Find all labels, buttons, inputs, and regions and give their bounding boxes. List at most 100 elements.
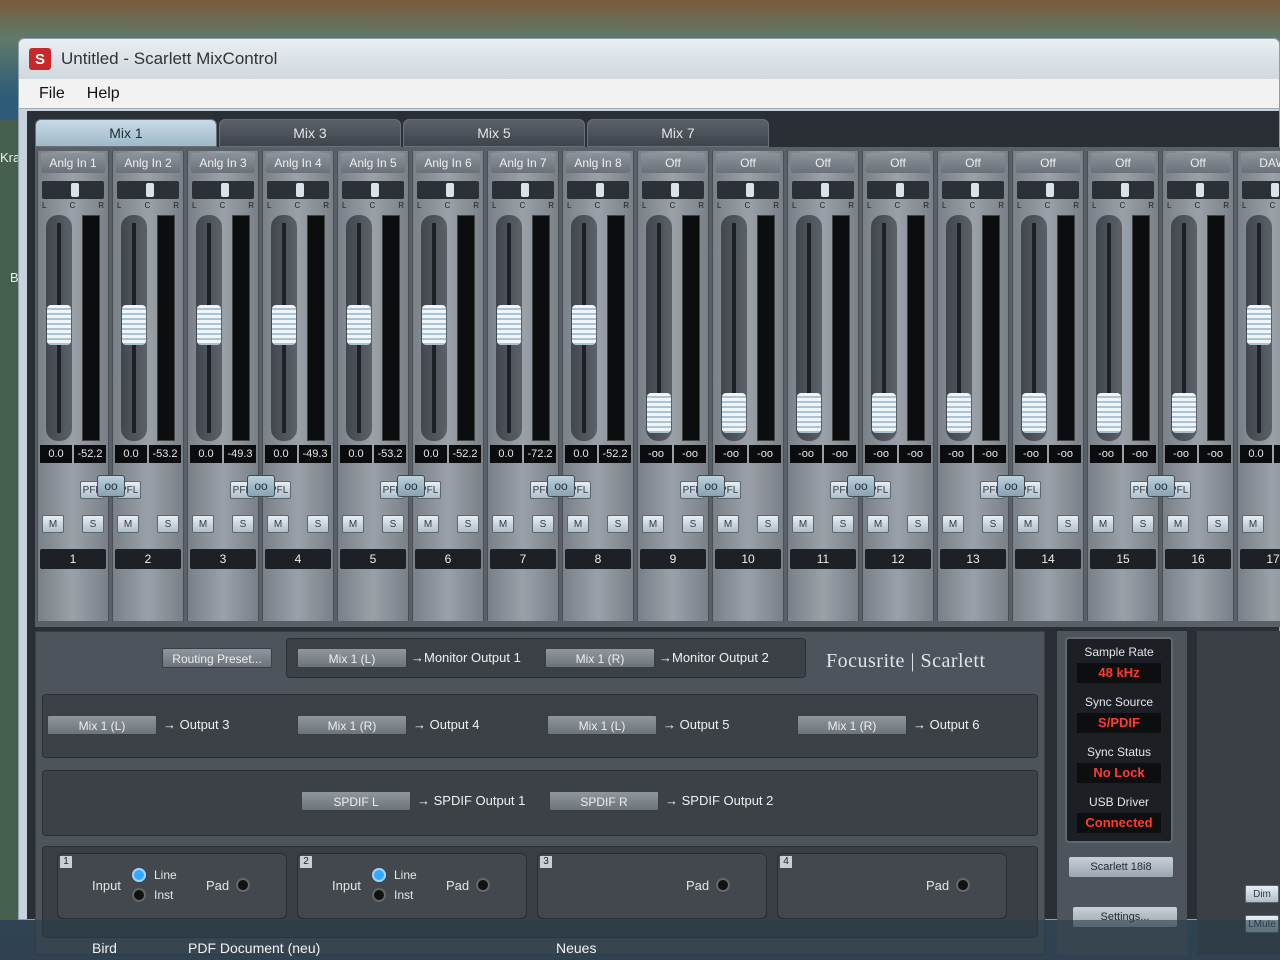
mute-button[interactable]: M <box>417 515 439 533</box>
desktop-file-bird[interactable]: Bird <box>92 940 117 956</box>
solo-button[interactable]: S <box>82 515 104 533</box>
pan-knob[interactable] <box>446 183 454 197</box>
pan-slider[interactable] <box>267 181 329 199</box>
volume-fader[interactable] <box>346 215 372 441</box>
mute-button[interactable]: M <box>342 515 364 533</box>
input-source-select[interactable]: Off <box>1091 153 1155 173</box>
pan-slider[interactable] <box>417 181 479 199</box>
input-source-select[interactable]: Off <box>641 153 705 173</box>
fader-cap[interactable] <box>722 393 746 433</box>
volume-fader[interactable] <box>46 215 72 441</box>
mute-button[interactable]: M <box>717 515 739 533</box>
stereo-link-icon[interactable]: oo <box>1147 475 1175 497</box>
routing-preset-button[interactable]: Routing Preset... <box>162 648 272 668</box>
fader-cap[interactable] <box>197 304 221 345</box>
pad-toggle-led[interactable] <box>716 878 730 892</box>
pan-knob[interactable] <box>671 183 679 197</box>
volume-fader[interactable] <box>271 215 297 441</box>
stereo-link-icon[interactable]: oo <box>697 475 725 497</box>
pan-knob[interactable] <box>596 183 604 197</box>
mute-button[interactable]: M <box>792 515 814 533</box>
solo-button[interactable]: S <box>607 515 629 533</box>
pan-knob[interactable] <box>71 183 79 197</box>
solo-button[interactable]: S <box>457 515 479 533</box>
stereo-link-icon[interactable]: oo <box>847 475 875 497</box>
tab-mix-3[interactable]: Mix 3 <box>219 119 401 147</box>
fader-cap[interactable] <box>1022 393 1046 433</box>
fader-cap[interactable] <box>1172 393 1196 433</box>
fader-cap[interactable] <box>572 304 596 345</box>
fader-cap[interactable] <box>872 393 896 433</box>
fader-cap[interactable] <box>47 304 71 345</box>
pan-knob[interactable] <box>521 183 529 197</box>
sync-source-select[interactable]: S/PDIF <box>1077 713 1161 733</box>
stereo-link-icon[interactable]: oo <box>247 475 275 497</box>
mute-button[interactable]: M <box>867 515 889 533</box>
volume-fader[interactable] <box>1171 215 1197 441</box>
input-source-select[interactable]: Anlg In 5 <box>341 153 405 173</box>
fader-cap[interactable] <box>422 304 446 345</box>
pan-knob[interactable] <box>146 183 154 197</box>
pan-knob[interactable] <box>821 183 829 197</box>
stereo-link-icon[interactable]: oo <box>547 475 575 497</box>
pan-slider[interactable] <box>1242 181 1280 199</box>
tab-mix-5[interactable]: Mix 5 <box>403 119 585 147</box>
pad-toggle-led[interactable] <box>236 878 250 892</box>
line-select-led[interactable] <box>132 868 146 882</box>
volume-fader[interactable] <box>871 215 897 441</box>
pan-slider[interactable] <box>117 181 179 199</box>
tab-mix-7[interactable]: Mix 7 <box>587 119 769 147</box>
pan-slider[interactable] <box>1017 181 1079 199</box>
menu-file[interactable]: File <box>39 85 65 103</box>
volume-fader[interactable] <box>946 215 972 441</box>
fader-cap[interactable] <box>647 393 671 433</box>
volume-fader[interactable] <box>121 215 147 441</box>
inst-select-led[interactable] <box>372 888 386 902</box>
pan-slider[interactable] <box>717 181 779 199</box>
volume-fader[interactable] <box>796 215 822 441</box>
mute-button[interactable]: M <box>1242 515 1264 533</box>
mute-button[interactable]: M <box>567 515 589 533</box>
mute-button[interactable]: M <box>42 515 64 533</box>
mute-button[interactable]: M <box>192 515 214 533</box>
mute-button[interactable]: M <box>267 515 289 533</box>
solo-button[interactable]: S <box>307 515 329 533</box>
output-6-source-select[interactable]: Mix 1 (R) <box>797 715 907 735</box>
volume-fader[interactable] <box>196 215 222 441</box>
solo-button[interactable]: S <box>532 515 554 533</box>
pan-knob[interactable] <box>971 183 979 197</box>
solo-button[interactable]: S <box>232 515 254 533</box>
input-source-select[interactable]: Anlg In 2 <box>116 153 180 173</box>
input-source-select[interactable]: Off <box>1166 153 1230 173</box>
input-source-select[interactable]: Anlg In 7 <box>491 153 555 173</box>
pad-toggle-led[interactable] <box>476 878 490 892</box>
fader-cap[interactable] <box>797 393 821 433</box>
pan-knob[interactable] <box>371 183 379 197</box>
menu-help[interactable]: Help <box>87 85 120 103</box>
solo-button[interactable]: S <box>682 515 704 533</box>
input-source-select[interactable]: Anlg In 1 <box>41 153 105 173</box>
fader-cap[interactable] <box>347 304 371 345</box>
mute-button[interactable]: M <box>1167 515 1189 533</box>
input-source-select[interactable]: Anlg In 8 <box>566 153 630 173</box>
pan-slider[interactable] <box>342 181 404 199</box>
input-source-select[interactable]: Off <box>866 153 930 173</box>
input-source-select[interactable]: Anlg In 3 <box>191 153 255 173</box>
pad-toggle-led[interactable] <box>956 878 970 892</box>
input-source-select[interactable]: Off <box>941 153 1005 173</box>
line-select-led[interactable] <box>372 868 386 882</box>
volume-fader[interactable] <box>721 215 747 441</box>
pan-slider[interactable] <box>492 181 554 199</box>
pan-slider[interactable] <box>1092 181 1154 199</box>
mute-button[interactable]: M <box>1092 515 1114 533</box>
input-source-select[interactable]: Off <box>716 153 780 173</box>
pan-slider[interactable] <box>867 181 929 199</box>
volume-fader[interactable] <box>421 215 447 441</box>
monitor-1-source-select[interactable]: Mix 1 (L) <box>297 648 407 668</box>
pan-knob[interactable] <box>1271 183 1279 197</box>
pan-slider[interactable] <box>1167 181 1229 199</box>
pan-slider[interactable] <box>567 181 629 199</box>
solo-button[interactable]: S <box>1207 515 1229 533</box>
fader-cap[interactable] <box>497 304 521 345</box>
input-source-select[interactable]: Off <box>1016 153 1080 173</box>
